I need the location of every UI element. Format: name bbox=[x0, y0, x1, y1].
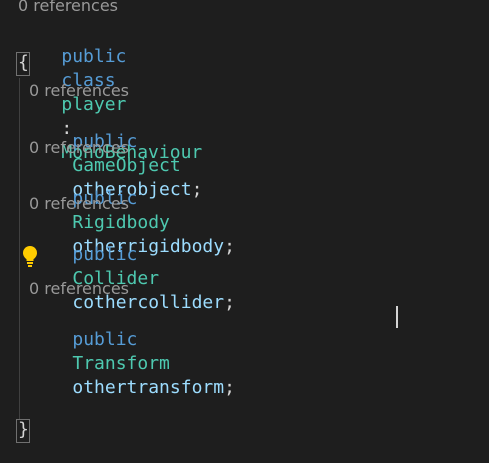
field-name: othertransform bbox=[72, 377, 225, 398]
lightbulb-icon[interactable] bbox=[21, 245, 39, 267]
keyword-public: public bbox=[61, 46, 127, 67]
member-codelens[interactable]: 0 references bbox=[29, 279, 129, 299]
field-declaration-line[interactable]: public Transform othertransform; bbox=[29, 304, 235, 424]
text-cursor bbox=[396, 306, 398, 328]
code-editor[interactable]: 0 references public class player : MonoB… bbox=[0, 0, 489, 463]
class-codelens[interactable]: 0 references bbox=[18, 0, 118, 16]
keyword-public: public bbox=[72, 244, 138, 265]
member-codelens[interactable]: 0 references bbox=[29, 194, 129, 214]
semicolon: ; bbox=[224, 377, 235, 398]
member-codelens[interactable]: 0 references bbox=[29, 138, 129, 158]
open-brace[interactable]: { bbox=[18, 51, 29, 75]
indent-guide bbox=[19, 78, 20, 420]
close-brace[interactable]: } bbox=[18, 418, 29, 442]
member-codelens[interactable]: 0 references bbox=[29, 81, 129, 101]
field-type: Transform bbox=[72, 353, 170, 374]
keyword-public: public bbox=[72, 329, 138, 350]
